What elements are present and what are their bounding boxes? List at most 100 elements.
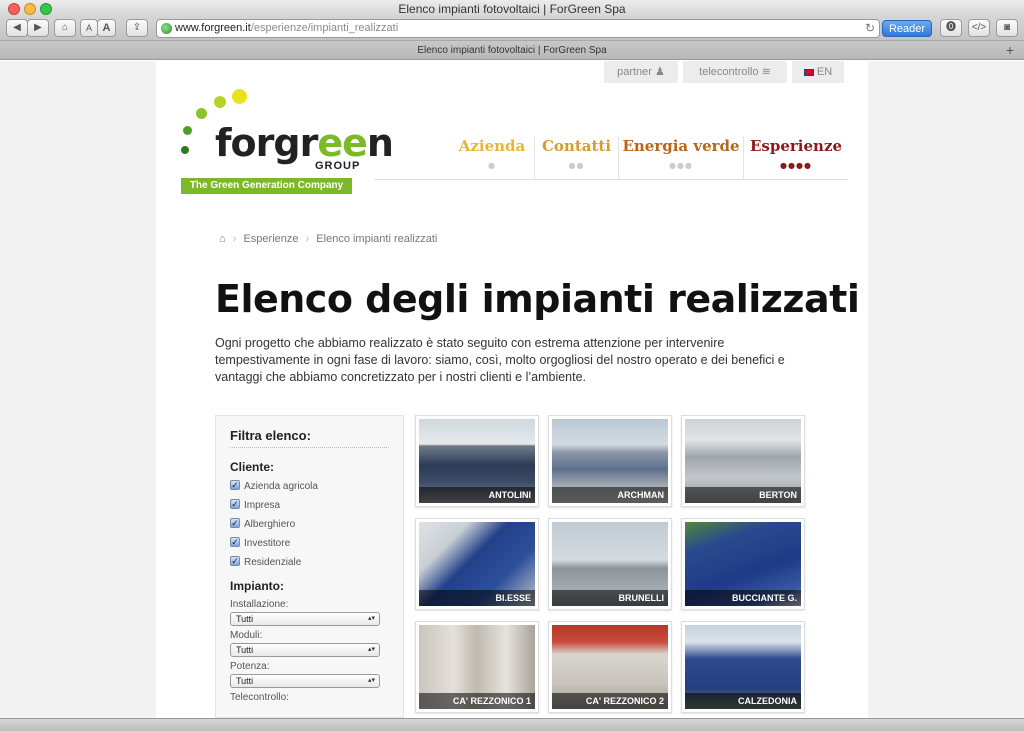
project-name: CA' REZZONICO 1 xyxy=(419,693,535,709)
checkbox-checked-icon[interactable]: ✓ xyxy=(230,480,240,490)
nav-esperienze[interactable]: Esperienze ●●●● xyxy=(744,137,848,179)
status-bar xyxy=(0,718,1024,731)
nav-dots: ●● xyxy=(568,161,585,170)
telecontrollo-filter-label: Telecontrollo: xyxy=(230,692,289,703)
downloads-button[interactable]: ⓿ xyxy=(940,19,962,37)
select-arrows-icon: ▴▾ xyxy=(367,646,375,653)
filter-checkbox[interactable]: ✓ Impresa xyxy=(230,499,389,518)
filter-checkbox[interactable]: ✓ Residenziale xyxy=(230,556,389,575)
project-name: BRUNELLI xyxy=(552,590,668,606)
project-tile[interactable]: BRUNELLI xyxy=(548,518,672,610)
back-button[interactable]: ◀ xyxy=(6,19,28,37)
filter-checkbox[interactable]: ✓ Alberghiero xyxy=(230,518,389,537)
web-page: partner ♟ telecontrollo ≋ EN forgreen GR… xyxy=(156,61,868,718)
filter-checkbox[interactable]: ✓ Azienda agricola xyxy=(230,480,389,499)
project-photo: BUCCIANTE G. xyxy=(685,522,801,606)
project-tile[interactable]: CALZEDONIA xyxy=(681,621,805,713)
project-tile[interactable]: BI.ESSE xyxy=(415,518,539,610)
feed-icon: ≋ xyxy=(761,66,771,78)
project-tile[interactable]: ARCHMAN xyxy=(548,415,672,507)
project-photo: BI.ESSE xyxy=(419,522,535,606)
potenza-select[interactable]: Tutti ▴▾ xyxy=(230,674,380,688)
bigger-text-button[interactable]: A xyxy=(97,19,116,37)
project-tile[interactable]: BUCCIANTE G. xyxy=(681,518,805,610)
nav-dots: ● xyxy=(488,161,496,170)
uk-flag-icon xyxy=(803,68,814,76)
forward-button[interactable]: ▶ xyxy=(27,19,49,37)
tab-bar: Elenco impianti fotovoltaici | ForGreen … xyxy=(0,40,1024,60)
screenshot-button[interactable]: ◙ xyxy=(996,19,1018,37)
project-name: BUCCIANTE G. xyxy=(685,590,801,606)
address-bar[interactable]: www.forgreen.it/esperienze/impianti_real… xyxy=(156,19,880,38)
site-icon xyxy=(161,23,172,34)
checkbox-checked-icon[interactable]: ✓ xyxy=(230,499,240,509)
code-icon: </> xyxy=(971,22,987,33)
filter-title: Filtra elenco: xyxy=(230,428,389,448)
new-tab-button[interactable]: + xyxy=(1006,41,1014,60)
reload-icon[interactable]: ↻ xyxy=(865,20,875,37)
nav-energia-verde[interactable]: Energia verde ●●● xyxy=(619,137,743,179)
language-label: EN xyxy=(816,66,833,78)
url-domain: www.forgreen.it xyxy=(175,22,251,34)
project-name: BI.ESSE xyxy=(419,590,535,606)
window-titlebar: Elenco impianti fotovoltaici | ForGreen … xyxy=(0,0,1024,18)
nav-dots-active: ●●●● xyxy=(780,161,812,170)
filter-checkbox[interactable]: ✓ Investitore xyxy=(230,537,389,556)
project-name: ARCHMAN xyxy=(552,487,668,503)
smaller-text-button[interactable]: A xyxy=(80,19,98,37)
project-name: BERTON xyxy=(685,487,801,503)
minimize-window-button[interactable] xyxy=(24,3,36,15)
home-icon: ⌂ xyxy=(61,22,69,33)
zoom-window-button[interactable] xyxy=(40,3,52,15)
nav-underline xyxy=(374,179,848,180)
browser-toolbar: ◀ ▶ ⌂ A A ⇪ www.forgreen.it/esperienze/i… xyxy=(0,18,1024,40)
project-photo: ANTOLINI xyxy=(419,419,535,503)
reader-button[interactable]: Reader xyxy=(882,20,932,37)
project-tile[interactable]: BERTON xyxy=(681,415,805,507)
partner-label: partner xyxy=(617,66,652,78)
breadcrumb-esperienze[interactable]: Esperienze xyxy=(243,233,298,245)
checkbox-checked-icon[interactable]: ✓ xyxy=(230,518,240,528)
installazione-label: Installazione: xyxy=(230,599,289,610)
nav-azienda-label: Azienda xyxy=(458,137,526,155)
breadcrumb: ⌂ › Esperienze › Elenco impianti realizz… xyxy=(219,233,438,245)
camera-icon: ◙ xyxy=(1003,22,1011,33)
telecontrollo-link[interactable]: telecontrollo ≋ xyxy=(683,61,787,83)
project-tile[interactable]: CA' REZZONICO 2 xyxy=(548,621,672,713)
checkbox-checked-icon[interactable]: ✓ xyxy=(230,556,240,566)
home-icon[interactable]: ⌂ xyxy=(219,233,226,245)
project-photo: CALZEDONIA xyxy=(685,625,801,709)
select-arrows-icon: ▴▾ xyxy=(367,677,375,684)
nav-dots: ●●● xyxy=(669,161,693,170)
download-icon: ⓿ xyxy=(946,22,956,33)
project-photo: BRUNELLI xyxy=(552,522,668,606)
project-photo: BERTON xyxy=(685,419,801,503)
project-name: CA' REZZONICO 2 xyxy=(552,693,668,709)
share-button[interactable]: ⇪ xyxy=(126,19,148,37)
tab-active[interactable]: Elenco impianti fotovoltaici | ForGreen … xyxy=(417,45,606,56)
nav-contatti-label: Contatti xyxy=(541,137,612,155)
project-tile[interactable]: CA' REZZONICO 1 xyxy=(415,621,539,713)
installazione-select[interactable]: Tutti ▴▾ xyxy=(230,612,380,626)
partner-link[interactable]: partner ♟ xyxy=(604,61,678,83)
language-link[interactable]: EN xyxy=(792,61,844,83)
project-tile[interactable]: ANTOLINI xyxy=(415,415,539,507)
develop-button[interactable]: </> xyxy=(968,19,990,37)
nav-azienda[interactable]: Azienda ● xyxy=(452,137,532,179)
project-name: ANTOLINI xyxy=(419,487,535,503)
close-window-button[interactable] xyxy=(8,3,20,15)
logo-dot xyxy=(214,96,226,108)
telecontrollo-label: telecontrollo xyxy=(699,66,759,78)
logo-dot xyxy=(196,108,207,119)
logo-tagline: The Green Generation Company xyxy=(181,178,352,194)
page-title: Elenco degli impianti realizzati xyxy=(215,277,860,321)
potenza-label: Potenza: xyxy=(230,661,270,672)
moduli-select[interactable]: Tutti ▴▾ xyxy=(230,643,380,657)
nav-contatti[interactable]: Contatti ●● xyxy=(535,137,618,179)
nav-esperienze-label: Esperienze xyxy=(749,137,843,155)
logo-dot xyxy=(183,126,192,135)
home-button[interactable]: ⌂ xyxy=(54,19,76,37)
project-photo: ARCHMAN xyxy=(552,419,668,503)
user-icon: ♟ xyxy=(655,66,665,78)
checkbox-checked-icon[interactable]: ✓ xyxy=(230,537,240,547)
